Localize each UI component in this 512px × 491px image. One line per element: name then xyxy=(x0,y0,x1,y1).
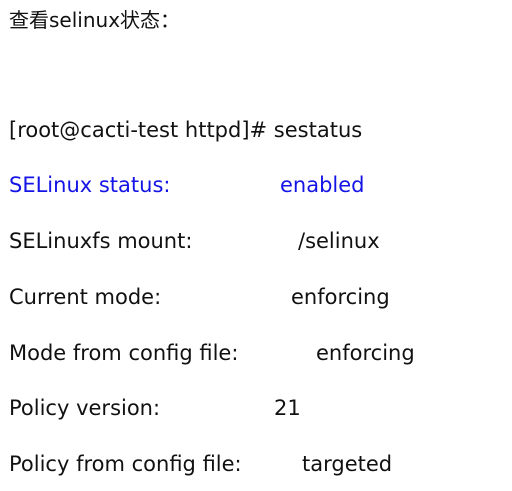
status-label: Mode from config file: xyxy=(9,341,239,365)
status-label: Policy from config file: xyxy=(9,452,242,476)
status-label: Policy version: xyxy=(9,396,161,420)
status-value: targeted xyxy=(302,452,393,476)
status-value: 21 xyxy=(274,396,301,420)
status-value: enabled xyxy=(280,173,365,197)
status-value: /selinux xyxy=(298,229,380,253)
status-label: Current mode: xyxy=(9,285,162,309)
status-label: SELinuxfs mount: xyxy=(9,229,193,253)
page-heading: 查看selinux状态： xyxy=(9,8,181,32)
status-value: enforcing xyxy=(291,285,390,309)
command-line: [root@cacti-test httpd]# sestatus xyxy=(9,118,363,142)
status-label: SELinux status: xyxy=(9,173,171,197)
status-value: enforcing xyxy=(316,341,415,365)
